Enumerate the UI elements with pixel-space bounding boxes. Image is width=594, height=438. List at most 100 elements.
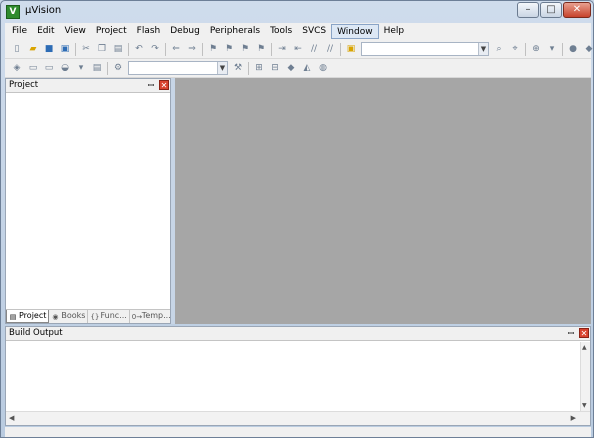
chevron-down-icon[interactable]: ▼ (478, 43, 488, 55)
target-select[interactable]: ▼ (128, 61, 228, 75)
project-panel-tabs: ▤ Project ◉ Books {}Func... 0→Temp... (6, 309, 174, 323)
minimize-button[interactable]: – (517, 2, 539, 18)
close-icon[interactable]: ✕ (579, 328, 589, 338)
build-output-header: Build Output ꟷ ✕ (6, 327, 590, 341)
menu-bar: File Edit View Project Flash Debug Perip… (5, 23, 591, 40)
find-in-files-icon[interactable]: ▣ (345, 43, 357, 55)
menu-peripherals[interactable]: Peripherals (205, 24, 265, 39)
bookmark-next-icon[interactable]: ⚑ (239, 43, 251, 55)
navigate-back-icon[interactable]: ⇐ (170, 43, 182, 55)
new-file-icon[interactable]: ▯ (11, 43, 23, 55)
runtime-environment-icon[interactable]: ◭ (301, 62, 313, 74)
menu-tools[interactable]: Tools (265, 24, 297, 39)
horizontal-scrollbar[interactable]: ◀ ▶ (6, 411, 590, 425)
indent-icon[interactable]: ⇥ (276, 43, 288, 55)
copy-icon[interactable]: ❐ (96, 43, 108, 55)
application-window: V µVision – □ ✕ File Edit View Project F… (0, 0, 594, 438)
menu-flash[interactable]: Flash (132, 24, 166, 39)
vertical-scrollbar[interactable]: ▲ ▼ (580, 342, 590, 411)
scroll-up-icon[interactable]: ▲ (582, 344, 587, 351)
editor-workspace (175, 78, 591, 324)
translate-icon[interactable]: ◈ (11, 62, 23, 74)
pack-installer-icon[interactable]: ◆ (285, 62, 297, 74)
target-options-icon[interactable]: ⚙ (112, 62, 124, 74)
bookmark-prev-icon[interactable]: ⚑ (223, 43, 235, 55)
tab-templates[interactable]: 0→Temp... (130, 310, 174, 323)
build-icon[interactable]: ▭ (27, 62, 39, 74)
tab-label: Func... (100, 311, 127, 320)
toolbar-separator (165, 42, 166, 56)
pin-icon[interactable]: ꟷ (146, 80, 156, 91)
uncomment-icon[interactable]: // (324, 43, 336, 55)
comment-icon[interactable]: // (308, 43, 320, 55)
tab-project[interactable]: ▤ Project (6, 310, 50, 323)
tab-label: Project (19, 311, 47, 320)
toolbar-separator (75, 42, 76, 56)
tab-label: Books (61, 311, 86, 320)
zoom-icon[interactable]: ⊕ (530, 43, 542, 55)
bookmark-set-icon[interactable]: ⚑ (207, 43, 219, 55)
select-packs-icon[interactable]: ◍ (317, 62, 329, 74)
menu-file[interactable]: File (7, 24, 32, 39)
build-output-panel: Build Output ꟷ ✕ ▲ ▼ ◀ ▶ (5, 326, 591, 426)
save-all-icon[interactable]: ▣ (59, 43, 71, 55)
toolbar-separator (202, 42, 203, 56)
redo-icon[interactable]: ↷ (149, 43, 161, 55)
toolbar-separator (107, 61, 108, 75)
file-toolbar: ▯ ▰ ■ ▣ ✂ ❐ ▤ ↶ ↷ ⇐ ⇒ ⚑ ⚑ ⚑ ⚑ ⇥ ⇤ // // … (5, 40, 594, 59)
toolbar-separator (128, 42, 129, 56)
find-icon[interactable]: ⌕ (493, 43, 505, 55)
toolbar-separator (525, 42, 526, 56)
books-icon: ◉ (52, 313, 59, 321)
maximize-button[interactable]: □ (540, 2, 562, 18)
find-combo[interactable]: ▼ (361, 42, 489, 56)
menu-edit[interactable]: Edit (32, 24, 59, 39)
dropdown-arrow-icon[interactable]: ▾ (75, 62, 87, 74)
file-extensions-icon[interactable]: ⊟ (269, 62, 281, 74)
undo-icon[interactable]: ↶ (133, 43, 145, 55)
menu-svcs[interactable]: SVCS (297, 24, 331, 39)
project-panel: Project ꟷ ✕ ▤ Project ◉ Books {}Func... 0→… (5, 78, 174, 324)
tab-books[interactable]: ◉ Books (49, 310, 89, 323)
chevron-down-icon[interactable]: ▼ (217, 62, 227, 74)
options-wand-icon[interactable]: ⚒ (232, 62, 244, 74)
dropdown-arrow-icon[interactable]: ▾ (546, 43, 558, 55)
toolbar-separator (562, 42, 563, 56)
debug-start-icon[interactable]: ● (567, 43, 579, 55)
status-bar (5, 427, 591, 437)
batch-build-icon[interactable]: ◒ (59, 62, 71, 74)
title-bar[interactable]: V µVision – □ ✕ (1, 1, 593, 23)
menu-debug[interactable]: Debug (165, 24, 205, 39)
rebuild-icon[interactable]: ▭ (43, 62, 55, 74)
menu-project[interactable]: Project (91, 24, 132, 39)
scroll-left-icon[interactable]: ◀ (9, 414, 14, 422)
bookmark-clear-icon[interactable]: ⚑ (255, 43, 267, 55)
unindent-icon[interactable]: ⇤ (292, 43, 304, 55)
app-icon: V (6, 5, 20, 19)
manage-components-icon[interactable]: ⊞ (253, 62, 265, 74)
paste-icon[interactable]: ▤ (112, 43, 124, 55)
cut-icon[interactable]: ✂ (80, 43, 92, 55)
close-button[interactable]: ✕ (563, 2, 591, 18)
window-title: µVision (25, 5, 62, 16)
menu-help[interactable]: Help (379, 24, 410, 39)
toolbar-separator (340, 42, 341, 56)
menu-view[interactable]: View (60, 24, 91, 39)
open-folder-icon[interactable]: ▰ (27, 43, 39, 55)
toolbar-separator (271, 42, 272, 56)
templates-icon: 0→ (131, 313, 143, 321)
navigate-forward-icon[interactable]: ⇒ (186, 43, 198, 55)
tab-label: Temp... (141, 311, 171, 320)
insert-breakpoint-icon[interactable]: ◆ (583, 43, 594, 55)
incremental-find-icon[interactable]: ⌖ (509, 43, 521, 55)
toolbar-separator (248, 61, 249, 75)
menu-window[interactable]: Window (331, 24, 379, 39)
download-icon[interactable]: ▤ (91, 62, 103, 74)
tab-functions[interactable]: {}Func... (88, 310, 130, 323)
build-output-title: Build Output (9, 328, 63, 338)
save-icon[interactable]: ■ (43, 43, 55, 55)
scroll-right-icon[interactable]: ▶ (571, 414, 576, 422)
scroll-down-icon[interactable]: ▼ (582, 402, 587, 409)
pin-icon[interactable]: ꟷ (566, 328, 576, 339)
close-icon[interactable]: ✕ (159, 80, 169, 90)
